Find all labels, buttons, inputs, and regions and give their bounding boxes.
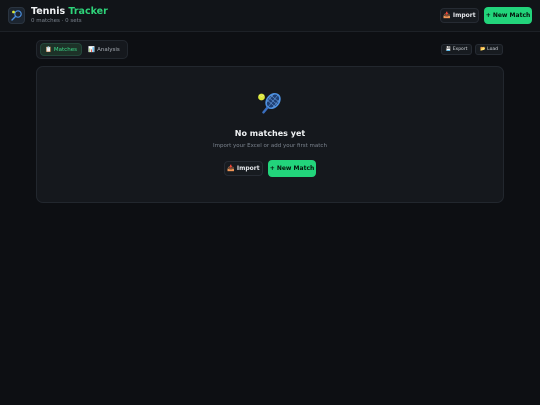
empty-import-label: Import [236,165,260,172]
header-import-label: Import [452,12,476,19]
export-label: Export [452,47,468,52]
app-logo [8,7,25,24]
header-import-button[interactable]: 📥 Import [440,8,479,23]
header-new-match-button[interactable]: + New Match [484,7,532,24]
app-title-main: Tennis [31,6,66,17]
inbox-tray-icon: 📥 [443,12,451,19]
tab-matches-label: Matches [53,46,77,53]
view-tabs: 📋 Matches 📊 Analysis [36,40,128,59]
inbox-tray-icon: 📥 [227,165,235,172]
top-bar: Tennis Tracker 0 matches · 0 sets 📥 Impo… [0,0,540,32]
tennis-racket-icon [11,10,22,21]
tab-analysis[interactable]: 📊 Analysis [84,43,124,56]
load-label: Load [487,47,498,52]
tab-matches[interactable]: 📋 Matches [40,43,82,56]
app-subtitle: 0 matches · 0 sets [31,18,82,24]
floppy-disk-icon: 💾 [445,47,452,52]
load-button[interactable]: 📂 Load [475,44,503,55]
tennis-racket-icon [258,92,281,114]
clipboard-icon: 📋 [45,46,52,53]
empty-new-match-button[interactable]: + New Match [268,160,316,177]
app-title-accent: Tracker [68,6,108,17]
folder-icon: 📂 [480,47,486,52]
bar-chart-icon: 📊 [88,46,96,53]
empty-state-subtitle: Import your Excel or add your first matc… [213,143,327,149]
tab-analysis-label: Analysis [97,46,120,53]
empty-new-match-label: + New Match [269,165,315,172]
export-button[interactable]: 💾 Export [441,44,472,55]
header-new-match-label: + New Match [485,12,531,19]
app-title: Tennis Tracker [31,6,108,17]
empty-import-button[interactable]: 📥 Import [224,161,263,176]
empty-state-title: No matches yet [234,129,306,138]
